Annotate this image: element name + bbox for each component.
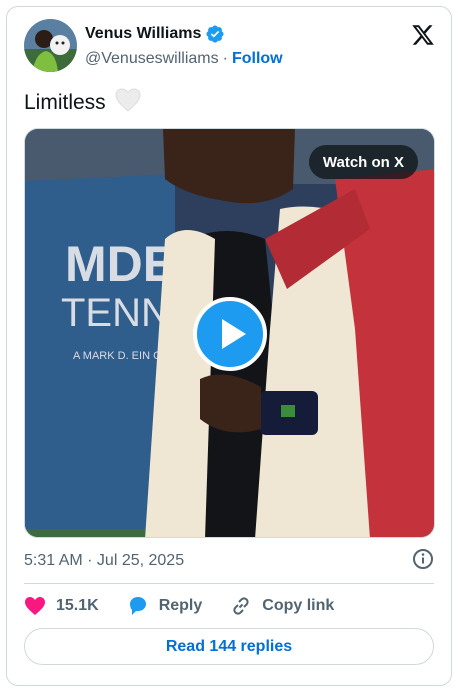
author-name-row: Venus Williams [85, 24, 225, 44]
divider [24, 583, 434, 584]
x-logo-icon[interactable] [411, 23, 435, 47]
info-icon[interactable] [412, 548, 434, 570]
tweet-embed-card: Venus Williams @Venuseswilliams · Follow… [6, 6, 452, 686]
copy-link-button[interactable]: Copy link [230, 595, 334, 617]
white-heart-icon [114, 87, 142, 119]
author-name[interactable]: Venus Williams [85, 25, 201, 43]
banner-line3: A MARK D. EIN C [73, 350, 161, 362]
banner-line2: TENN [61, 291, 170, 335]
author-avatar[interactable] [24, 19, 77, 72]
handle-separator: · [222, 50, 228, 67]
author-handle[interactable]: @Venuseswilliams [85, 50, 219, 68]
copy-link-label: Copy link [262, 597, 335, 614]
verified-badge-icon [205, 24, 225, 44]
follow-button[interactable]: Follow [232, 50, 283, 68]
link-icon [233, 597, 249, 615]
read-replies-button[interactable]: Read 144 replies [24, 628, 434, 665]
action-bar: 15.1K Reply Copy link [24, 593, 362, 619]
tweet-body: Limitless [24, 91, 106, 114]
like-count: 15.1K [56, 597, 99, 614]
reply-label: Reply [158, 597, 203, 614]
tweet-text: Limitless [24, 87, 142, 119]
author-handle-row: @Venuseswilliams · Follow [85, 50, 283, 68]
tweet-timestamp[interactable]: 5:31 AM · Jul 25, 2025 [24, 552, 184, 570]
reply-button[interactable]: Reply [127, 595, 203, 617]
watch-on-x-button[interactable]: Watch on X [308, 145, 418, 179]
heart-icon [25, 597, 45, 615]
like-button[interactable]: 15.1K [24, 596, 99, 616]
video-player[interactable]: MDE TENN A MARK D. EIN C Watch on X [24, 128, 435, 538]
banner-line1: MDE [65, 236, 176, 292]
reply-bubble-icon [129, 597, 146, 615]
play-button[interactable] [193, 297, 267, 371]
